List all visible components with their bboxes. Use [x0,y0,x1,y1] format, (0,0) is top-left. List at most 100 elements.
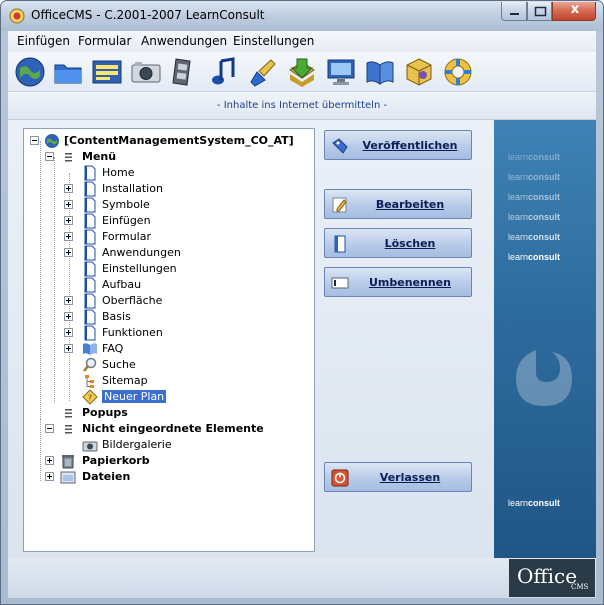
brand-wordmark: learnconsult [508,232,561,242]
tree-label: Bildergalerie [102,438,172,451]
tree-node-page[interactable]: Symbole [58,197,312,213]
tree-node-unsorted[interactable]: Nicht eingeordnete Elemente [42,421,312,437]
tree-node-faq[interactable]: FAQ [58,341,312,357]
cube-icon[interactable] [403,56,435,88]
window-title: OfficeCMS - C.2001-2007 LearnConsult [31,8,265,22]
film-icon[interactable] [169,56,201,88]
menu-anwendungen[interactable]: Anwendungen [141,34,227,48]
tree-label: Einstellungen [102,262,177,275]
maximize-button[interactable] [527,2,552,21]
tree-node-files[interactable]: Dateien [28,469,312,485]
tree-label: Oberfläche [102,294,163,307]
officecms-logo: Office CMS [509,559,595,597]
page-icon [84,229,96,245]
logo-text: Office [517,564,578,588]
info-text: - Inhalte ins Internet übermitteln - [216,100,388,111]
page-icon [84,181,96,197]
expand-icon[interactable] [64,296,73,305]
expand-icon[interactable] [64,232,73,241]
button-label: Bearbeiten [375,198,445,211]
tree-node-sitemap[interactable]: Sitemap [58,373,312,389]
page-icon [84,309,96,325]
book-icon [83,343,97,355]
tree-node-new-plan[interactable]: ? Neuer Plan [58,389,312,405]
expand-icon[interactable] [64,184,73,193]
tree-label: Formular [102,230,152,243]
content-tree[interactable]: [ContentManagementSystem_CO_AT] Menü Hom… [23,128,315,552]
lifebuoy-icon[interactable] [442,56,474,88]
form-icon[interactable] [91,56,123,88]
collapse-icon[interactable] [45,152,54,161]
maximize-icon [534,6,547,17]
expand-icon[interactable] [64,312,73,321]
magnifier-icon [83,357,97,372]
delete-page-icon [334,235,346,253]
tree-node-page[interactable]: Installation [58,181,312,197]
brand-wordmark: learnconsult [508,152,561,162]
book-icon[interactable] [364,56,396,88]
logo-subtext: CMS [571,583,589,591]
camera-icon[interactable] [130,56,162,88]
exit-button[interactable]: Verlassen [324,462,472,492]
close-button[interactable]: x [552,2,596,21]
tree-node-search[interactable]: Suche [58,357,312,373]
tree-node-page[interactable]: Einfügen [58,213,312,229]
tree-node-page[interactable]: Einstellungen [58,261,312,277]
tree-node-page[interactable]: Formular [58,229,312,245]
brand-wordmark: learnconsult [508,172,561,182]
button-label: Löschen [384,237,436,250]
rename-button[interactable]: Umbenennen [324,267,472,297]
tree-line [54,157,55,403]
tree-node-page[interactable]: Anwendungen [58,245,312,261]
brush-icon[interactable] [247,56,279,88]
brand-panel: learnconsult learnconsult learnconsult l… [494,120,596,558]
tree-node-page[interactable]: Aufbau [58,277,312,293]
tree-node-gallery[interactable]: Bildergalerie [58,437,312,453]
tree-node-page[interactable]: Oberfläche [58,293,312,309]
expand-icon[interactable] [64,248,73,257]
collapse-icon[interactable] [45,424,54,433]
tree-label: Installation [102,182,163,195]
edit-button[interactable]: Bearbeiten [324,189,472,219]
menu-einfuegen[interactable]: Einfügen [17,34,70,48]
close-icon: x [570,2,580,17]
brand-wordmark: learnconsult [508,192,561,202]
expand-icon[interactable] [64,200,73,209]
tree-node-page[interactable]: Basis [58,309,312,325]
menu-list-icon [65,425,72,434]
expand-icon[interactable] [45,456,54,465]
tree-node-root[interactable]: [ContentManagementSystem_CO_AT] [28,133,314,149]
menu-formular[interactable]: Formular [78,34,131,48]
minimize-button[interactable] [501,2,527,21]
screen-icon[interactable] [325,56,357,88]
tree-node-page[interactable]: Funktionen [58,325,312,341]
expand-icon[interactable] [64,328,73,337]
folder-icon[interactable] [52,56,84,88]
expand-icon[interactable] [64,344,73,353]
title-bar[interactable]: OfficeCMS - C.2001-2007 LearnConsult x [1,1,603,31]
globe-icon[interactable] [14,56,46,88]
publish-button[interactable]: Veröffentlichen [324,130,472,160]
button-label: Verlassen [379,471,441,484]
page-icon [84,165,96,181]
files-icon [60,471,76,484]
status-bar [8,558,596,598]
info-bar: - Inhalte ins Internet übermitteln - [8,92,596,120]
expand-icon[interactable] [64,216,73,225]
brand-wordmark: learnconsult [508,252,561,262]
tree-node-trash[interactable]: Papierkorb [28,453,312,469]
tree-node-page[interactable]: Home [58,165,312,181]
tree-label: Home [102,166,135,179]
tag-icon [332,138,348,154]
collapse-icon[interactable] [30,136,39,145]
tree-label: Menü [82,150,117,163]
menu-einstellungen[interactable]: Einstellungen [233,34,314,48]
delete-button[interactable]: Löschen [324,228,472,258]
camera-icon [82,441,98,452]
trash-icon [62,455,74,469]
tree-node-menu[interactable]: Menü [42,149,312,165]
download-icon[interactable] [286,56,318,88]
tree-node-popups[interactable]: Popups [42,405,312,421]
music-note-icon[interactable] [208,56,240,88]
expand-icon[interactable] [45,472,54,481]
